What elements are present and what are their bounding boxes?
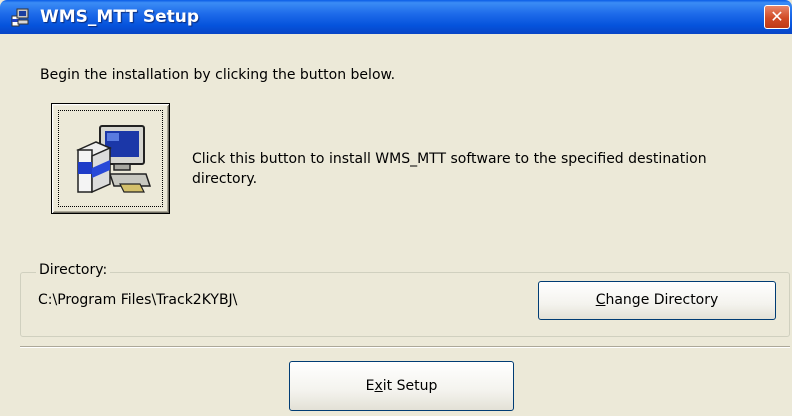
exit-setup-button[interactable]: Exit Setup bbox=[289, 361, 514, 411]
exit-label-post: it Setup bbox=[382, 378, 438, 394]
setup-window: WMS_MTT Setup ✕ Begin the installation b… bbox=[0, 0, 792, 416]
computer-install-icon bbox=[76, 125, 152, 194]
close-icon: ✕ bbox=[770, 7, 784, 26]
intro-text: Begin the installation by clicking the b… bbox=[40, 67, 396, 83]
change-directory-button[interactable]: Change Directory bbox=[538, 281, 776, 320]
change-directory-label-post: hange Directory bbox=[605, 292, 719, 308]
install-button[interactable] bbox=[51, 103, 170, 214]
separator-line bbox=[20, 346, 790, 348]
directory-label: Directory: bbox=[36, 262, 111, 278]
exit-accelerator: x bbox=[374, 378, 383, 394]
setup-app-icon bbox=[11, 8, 29, 27]
directory-path: C:\Program Files\Track2KYBJ\ bbox=[38, 292, 238, 308]
window-title: WMS_MTT Setup bbox=[40, 7, 200, 27]
close-button[interactable]: ✕ bbox=[764, 5, 790, 29]
title-bar[interactable]: WMS_MTT Setup ✕ bbox=[0, 0, 792, 34]
install-description: Click this button to install WMS_MTT sof… bbox=[192, 151, 707, 187]
